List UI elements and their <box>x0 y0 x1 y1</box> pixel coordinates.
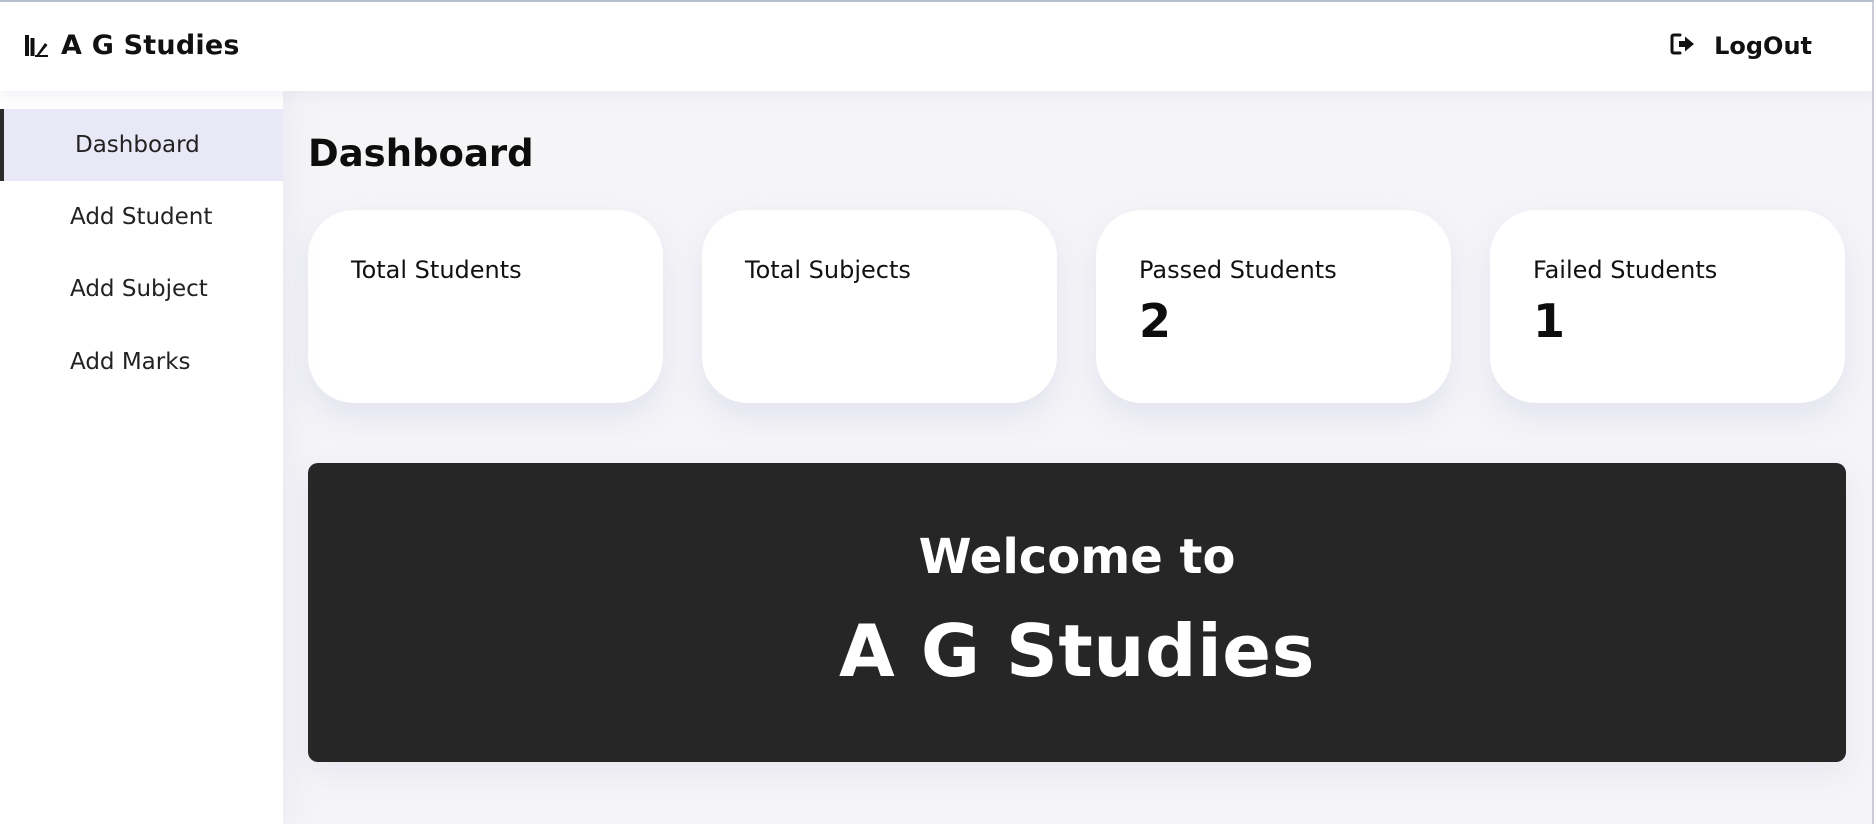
sidebar-item-label: Dashboard <box>75 132 200 158</box>
brand-name: A G Studies <box>61 30 240 61</box>
logout-button[interactable]: LogOut <box>1670 32 1812 60</box>
sidebar-item-dashboard[interactable]: Dashboard <box>0 109 283 181</box>
welcome-brand-title: A G Studies <box>839 609 1315 693</box>
sidebar-item-add-subject[interactable]: Add Subject <box>0 253 283 325</box>
stat-card-label: Total Students <box>351 256 522 284</box>
sidebar-item-add-marks[interactable]: Add Marks <box>0 326 283 398</box>
top-navbar: A G Studies LogOut <box>0 2 1872 91</box>
stat-card-passed-students: Passed Students 2 <box>1096 210 1451 403</box>
page-title: Dashboard <box>308 132 534 175</box>
stat-card-label: Passed Students <box>1139 256 1337 284</box>
brand[interactable]: A G Studies <box>24 30 240 61</box>
sidebar: Dashboard Add Student Add Subject Add Ma… <box>0 91 283 824</box>
logout-label: LogOut <box>1714 32 1812 60</box>
stat-card-failed-students: Failed Students 1 <box>1490 210 1845 403</box>
stat-card-label: Failed Students <box>1533 256 1718 284</box>
logout-arrow-icon <box>1670 32 1696 60</box>
stat-card-total-students: Total Students <box>308 210 663 403</box>
stat-card-label: Total Subjects <box>745 256 911 284</box>
sidebar-item-label: Add Marks <box>70 349 191 375</box>
sidebar-item-label: Add Student <box>70 204 213 230</box>
welcome-banner: Welcome to A G Studies <box>308 463 1846 762</box>
welcome-heading: Welcome to <box>918 529 1236 585</box>
stat-card-total-subjects: Total Subjects <box>702 210 1057 403</box>
stat-card-value: 1 <box>1533 294 1566 348</box>
stat-card-value: 2 <box>1139 294 1172 348</box>
sidebar-item-add-student[interactable]: Add Student <box>0 181 283 253</box>
sidebar-item-label: Add Subject <box>70 276 208 302</box>
book-pen-icon <box>24 34 48 58</box>
